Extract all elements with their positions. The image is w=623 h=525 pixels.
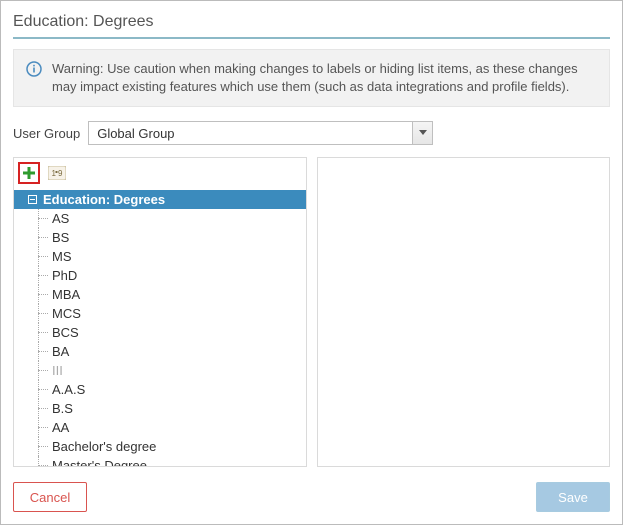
footer: Cancel Save xyxy=(13,482,610,512)
tree-item-label: MBA xyxy=(52,287,80,302)
cancel-button[interactable]: Cancel xyxy=(13,482,87,512)
tree-item[interactable]: Bachelor's degree xyxy=(32,437,306,456)
tree-item-label: MS xyxy=(52,249,72,264)
tree-item-label: BS xyxy=(52,230,69,245)
tree-root[interactable]: Education: Degrees xyxy=(14,190,306,209)
save-button[interactable]: Save xyxy=(536,482,610,512)
tree: Education: Degrees AS BS MS PhD MBA MCS BCS BA I… xyxy=(14,190,306,467)
tree-item-label: B.S xyxy=(52,401,73,416)
tree-item[interactable]: BS xyxy=(32,228,306,247)
tree-item-label: PhD xyxy=(52,268,77,283)
tree-item-label: III xyxy=(52,363,63,378)
warning-text: Warning: Use caution when making changes… xyxy=(52,60,597,96)
tree-children: AS BS MS PhD MBA MCS BCS BA III A.A.S B.S AA Bachelo… xyxy=(14,209,306,467)
tree-item[interactable]: MBA xyxy=(32,285,306,304)
warning-banner: Warning: Use caution when making changes… xyxy=(13,49,610,107)
tree-item[interactable]: AA xyxy=(32,418,306,437)
tree-item[interactable]: A.A.S xyxy=(32,380,306,399)
svg-text:9: 9 xyxy=(58,169,63,178)
save-button-label: Save xyxy=(558,490,588,505)
numbering-toggle-button[interactable]: 1 9 xyxy=(46,163,68,183)
tree-item[interactable]: B.S xyxy=(32,399,306,418)
tree-item-label: AS xyxy=(52,211,69,226)
user-group-row: User Group Global Group xyxy=(13,121,610,145)
tree-item[interactable]: BA xyxy=(32,342,306,361)
user-group-select[interactable]: Global Group xyxy=(88,121,433,145)
tree-item-label: Bachelor's degree xyxy=(52,439,156,454)
tree-item[interactable]: Master's Degree xyxy=(32,456,306,467)
tree-toolbar: 1 9 xyxy=(14,158,306,190)
tree-item[interactable]: MCS xyxy=(32,304,306,323)
tree-item[interactable]: III xyxy=(32,361,306,380)
tree-item-label: BA xyxy=(52,344,69,359)
tree-item-label: BCS xyxy=(52,325,79,340)
detail-pane xyxy=(317,157,611,467)
chevron-down-icon xyxy=(412,122,432,144)
info-icon xyxy=(26,61,42,77)
cancel-button-label: Cancel xyxy=(30,490,70,505)
annotation-highlight xyxy=(18,162,40,184)
tree-item-label: Master's Degree xyxy=(52,458,147,467)
svg-text:1: 1 xyxy=(52,169,57,178)
tree-item-label: MCS xyxy=(52,306,81,321)
tree-item[interactable]: PhD xyxy=(32,266,306,285)
tree-item[interactable]: AS xyxy=(32,209,306,228)
user-group-selected-value: Global Group xyxy=(89,126,412,141)
tree-item-label: A.A.S xyxy=(52,382,85,397)
panes: 1 9 Education: Degrees AS BS MS PhD MBA MCS BC… xyxy=(13,157,610,467)
user-group-label: User Group xyxy=(13,126,80,141)
tree-item[interactable]: BCS xyxy=(32,323,306,342)
add-item-button[interactable] xyxy=(22,166,36,180)
tree-item[interactable]: MS xyxy=(32,247,306,266)
tree-root-label: Education: Degrees xyxy=(43,192,165,207)
dialog: Education: Degrees Warning: Use caution … xyxy=(0,0,623,525)
collapse-icon[interactable] xyxy=(28,195,37,204)
tree-item-label: AA xyxy=(52,420,69,435)
tree-pane: 1 9 Education: Degrees AS BS MS PhD MBA MCS BC… xyxy=(13,157,307,467)
page-title: Education: Degrees xyxy=(13,11,610,39)
